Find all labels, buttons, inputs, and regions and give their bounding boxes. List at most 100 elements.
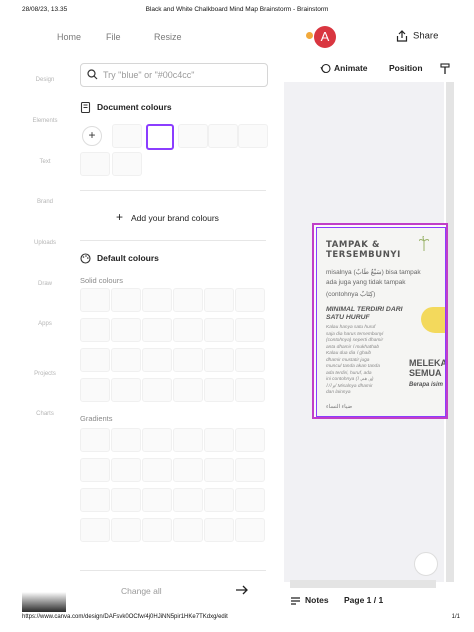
colour-swatch[interactable] [178,124,208,148]
nav-home[interactable]: Home [57,32,81,42]
sidebar-item-charts[interactable]: Charts [22,411,68,417]
colour-swatch[interactable] [204,488,234,512]
colour-swatch[interactable] [204,288,234,312]
document-icon [80,102,91,114]
page-berapa: Berapa isim [409,382,444,388]
colour-swatch[interactable] [173,458,203,482]
print-doc-title: Black and White Chalkboard Mind Map Brai… [145,6,329,13]
design-page[interactable]: TAMPAK & TERSEMBUNYI misalnya (سَبْعٌ طَ… [312,223,448,419]
colour-swatch[interactable] [235,518,265,542]
colour-swatch[interactable] [80,152,110,176]
colour-swatch[interactable] [111,518,141,542]
colour-swatch[interactable] [80,518,110,542]
nav-resize[interactable]: Resize [154,32,182,42]
colour-swatch[interactable] [111,318,141,342]
colour-swatch[interactable] [142,318,172,342]
colour-swatch[interactable] [204,518,234,542]
divider [80,240,266,241]
horizontal-scrollbar[interactable] [290,580,436,588]
colour-swatch[interactable] [235,288,265,312]
nav-file[interactable]: File [106,32,121,42]
colour-swatch[interactable] [80,428,110,452]
apply-arrow-button[interactable] [220,580,264,600]
colour-swatch[interactable] [112,152,142,176]
page-line-3: (contohnya كِتَابٌ) [326,291,376,298]
sidebar-item-brand[interactable]: Brand [22,199,68,205]
colour-swatch[interactable] [235,318,265,342]
colour-swatch[interactable] [204,318,234,342]
sidebar-item-design[interactable]: Design [22,77,68,83]
page-footer-text: ضياء النساء [326,404,353,410]
add-brand-colours-button[interactable]: + Add your brand colours [116,210,219,224]
colour-swatch[interactable] [142,518,172,542]
colour-swatch[interactable] [142,378,172,402]
colour-swatch[interactable] [111,458,141,482]
sidebar-item-apps[interactable]: Apps [22,321,68,327]
print-url: https://www.canva.com/design/DAFsvk0OCfw… [22,614,228,620]
help-button[interactable] [414,552,438,576]
colour-swatch[interactable] [80,348,110,372]
sidebar-item-elements[interactable]: Elements [22,118,68,124]
colour-swatch[interactable] [80,378,110,402]
page-heading-1: TAMPAK & [326,240,380,250]
colour-swatch[interactable] [111,428,141,452]
page-indicator[interactable]: Page 1 / 1 [344,595,383,605]
colour-swatch[interactable] [80,318,110,342]
colour-swatch[interactable] [173,488,203,512]
colour-swatch[interactable] [111,348,141,372]
colour-swatch[interactable] [204,428,234,452]
solid-colours-label: Solid colours [80,276,123,285]
colour-swatch[interactable] [112,124,142,148]
page-body-text: Kalau hanya satu huruf saja dia harus te… [326,325,384,395]
avatar[interactable]: A [314,26,336,48]
colour-swatch[interactable] [204,458,234,482]
colour-swatch[interactable] [204,378,234,402]
colour-swatch[interactable] [173,288,203,312]
colour-swatch[interactable] [111,288,141,312]
sidebar-item-draw[interactable]: Draw [22,281,68,287]
document-colours-title: Document colours [80,102,172,114]
colour-swatch[interactable] [204,348,234,372]
sidebar-item-text[interactable]: Text [22,159,68,165]
colour-swatch[interactable] [173,318,203,342]
colour-swatch[interactable] [235,428,265,452]
colour-swatch[interactable] [80,288,110,312]
plus-icon: + [116,210,124,224]
colour-swatch[interactable] [235,458,265,482]
sidebar-item-uploads[interactable]: Uploads [22,240,68,246]
colour-swatch[interactable] [111,378,141,402]
colour-swatch[interactable] [142,348,172,372]
colour-swatch[interactable] [142,458,172,482]
colour-swatch[interactable] [142,428,172,452]
animate-button[interactable]: Animate [320,63,368,74]
colour-swatch[interactable] [80,488,110,512]
add-colour-button[interactable]: + [82,126,102,146]
colour-swatch[interactable] [111,488,141,512]
divider [80,190,266,191]
page-heading-2: TERSEMBUNYI [326,250,401,260]
share-button[interactable]: Share [396,30,438,42]
change-all-button[interactable]: Change all [121,586,162,596]
position-button[interactable]: Position [389,63,423,73]
selected-colour-swatch[interactable] [146,124,174,150]
colour-swatch[interactable] [142,488,172,512]
sidebar-item-projects[interactable]: Projects [22,371,68,377]
colour-swatch[interactable] [173,378,203,402]
notes-button[interactable]: Notes [290,595,329,606]
palette-icon [80,253,91,264]
yellow-brush-shape [421,307,445,333]
colour-swatch[interactable] [173,348,203,372]
colour-search-field[interactable]: Try "blue" or "#00c4cc" [80,63,268,87]
colour-swatch[interactable] [235,488,265,512]
colour-swatch[interactable] [142,288,172,312]
colour-swatch[interactable] [238,124,268,148]
colour-swatch[interactable] [173,518,203,542]
search-placeholder: Try "blue" or "#00c4cc" [103,70,195,80]
colour-swatch[interactable] [80,458,110,482]
colour-panel: Try "blue" or "#00c4cc" Document colours… [68,60,282,600]
colour-swatch[interactable] [235,378,265,402]
paint-roller-icon[interactable] [440,63,450,77]
colour-swatch[interactable] [208,124,238,148]
colour-swatch[interactable] [235,348,265,372]
colour-swatch[interactable] [173,428,203,452]
